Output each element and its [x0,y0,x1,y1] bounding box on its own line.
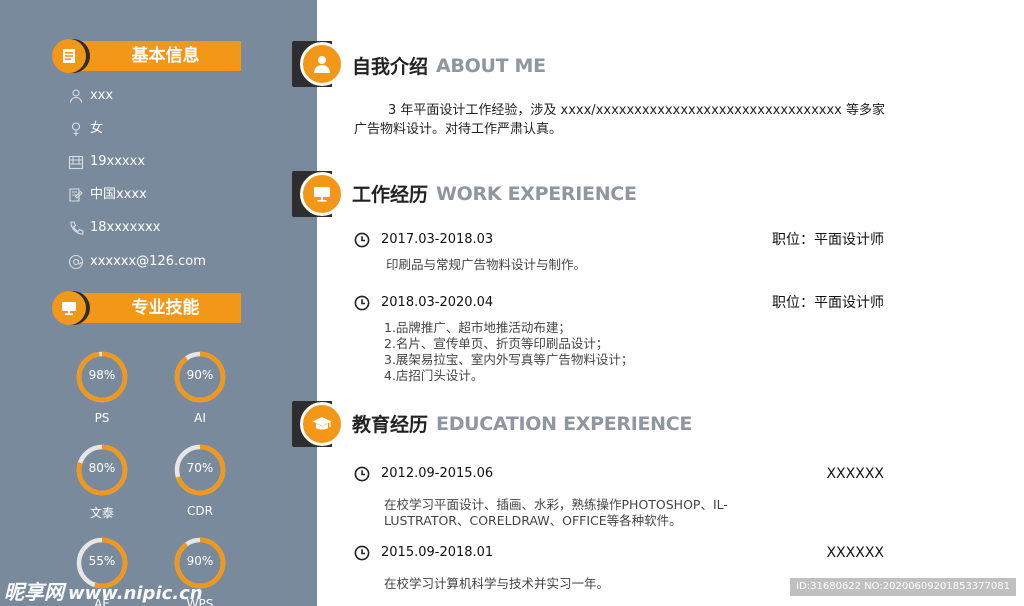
skills-title: 专业技能 [131,298,200,318]
education-entry-2-desc: 在校学习计算机科学与技术并实习一年。 [384,576,610,591]
info-gender-text: 女 [90,121,104,136]
email-icon [68,254,84,270]
work-entry-1-desc: 印刷品与常规广告物料设计与制作。 [386,257,587,272]
info-phone: 18xxxxxxx [68,217,308,239]
work-entry-2-desc-line: 1.品牌推广、超市地推活动布建； [384,320,571,335]
work-entry-1-date: 2017.03-2018.03 [381,232,494,247]
info-phone-text: 18xxxxxxx [90,220,161,235]
basic-info-title: 基本信息 [131,46,200,66]
info-name: xxx [68,85,308,107]
monitor-icon [314,187,330,202]
work-title-zh: 工作经历 [352,184,429,206]
skill-percent: 70% [186,461,214,475]
basic-info-header: 基本信息 [52,39,241,73]
about-section-icon [292,41,344,87]
work-section-icon [292,171,344,217]
info-email: xxxxxx@126.com [68,251,308,273]
skill-percent: 90% [186,368,214,382]
user-icon [314,56,330,73]
info-email-text: xxxxxx@126.com [90,254,206,269]
monitor-icon [52,291,86,325]
info-location-text: 中国xxxx [90,187,147,202]
skill-ai: 90% AI [170,351,230,425]
skill-percent: 55% [88,554,116,568]
info-birth: 19xxxxx [68,151,308,173]
education-entry-1-desc-line: LUSTRATOR、CORELDRAW、OFFICE等各种软件。 [384,513,682,528]
info-name-text: xxx [90,88,114,103]
education-entry-2-school: XXXXXX [826,545,884,561]
info-gender: 女 [68,118,308,140]
skill-name: 文泰 [89,506,114,520]
person-icon [69,89,83,103]
education-title-zh: 教育经历 [352,414,429,436]
education-entry-1-date: 2012.09-2015.06 [381,466,494,481]
watermark-brand-name: 昵享网 [4,580,64,604]
graduation-cap-icon [312,417,332,430]
about-title-en: ABOUT ME [436,54,546,77]
work-entry-2: 2018.03-2020.04 职位：平面设计师 1.品牌推广、超市地推活动布建… [354,294,884,390]
education-entry-1-school: XXXXXX [826,466,884,482]
clock-icon [354,545,370,561]
work-title: 工作经历 WORK EXPERIENCE [352,180,637,210]
info-birth-text: 19xxxxx [90,154,146,169]
about-text: 3 年平面设计工作经验，涉及 xxxx/xxxxxxxxxxxxxxxxxxxx… [354,103,886,137]
skill-name: CDR [187,504,213,518]
work-entry-2-desc-line: 4.店招门头设计。 [384,368,484,383]
phone-icon [70,221,84,235]
watermark-brand: 昵享网 www.nipic.cn [4,576,203,605]
skill-percent: 80% [88,461,116,475]
education-entry-1: 2012.09-2015.06 XXXXXX 在校学习平面设计、插画、水彩，熟练… [354,465,884,533]
id-card-icon [52,39,86,73]
education-section-icon [292,401,344,447]
work-entry-2-date: 2018.03-2020.04 [381,295,494,310]
skill-percent: 98% [88,368,116,382]
gender-icon [71,122,81,136]
skill-name: AI [194,411,206,425]
education-entry-1-desc-line: 在校学习平面设计、插画、水彩，熟练操作PHOTOSHOP、IL- [384,497,728,512]
sidebar: 基本信息 xxx 女 19xxxxx 中国xxxx 18xxxxxxx xxxx… [0,0,317,606]
work-entry-2-position: 职位：平面设计师 [772,295,884,311]
clock-icon [354,466,370,482]
skill-percent: 90% [186,554,214,568]
work-entry-1-position: 职位：平面设计师 [772,232,884,248]
work-entry-1: 2017.03-2018.03 职位：平面设计师 印刷品与常规广告物料设计与制作… [354,231,884,275]
skill-name: PS [94,411,110,425]
skill-文泰: 80% 文泰 [72,444,132,521]
education-entry-2-date: 2015.09-2018.01 [381,545,494,560]
clock-icon [354,295,370,311]
clock-icon [354,232,370,248]
work-entry-2-desc-line: 2.名片、宣传单页、折页等印刷品设计； [384,336,609,351]
watermark-url: www.nipic.cn [68,583,203,604]
work-entry-2-desc-line: 3.展架易拉宝、室内外写真等广告物料设计； [384,352,634,367]
info-location: 中国xxxx [68,184,308,206]
skill-cdr: 70% CDR [170,444,230,518]
skills-header: 专业技能 [52,291,241,325]
skill-ps: 98% PS [72,351,132,425]
about-title: 自我介绍 ABOUT ME [352,52,546,82]
watermark-id: ID:31680622 NO:20200609201853377081 [790,578,1016,596]
calendar-icon [68,155,84,170]
location-icon [69,188,83,202]
education-title-en: EDUCATION EXPERIENCE [436,412,693,435]
work-title-en: WORK EXPERIENCE [436,182,637,205]
about-title-zh: 自我介绍 [352,56,429,78]
education-title: 教育经历 EDUCATION EXPERIENCE [352,410,692,440]
